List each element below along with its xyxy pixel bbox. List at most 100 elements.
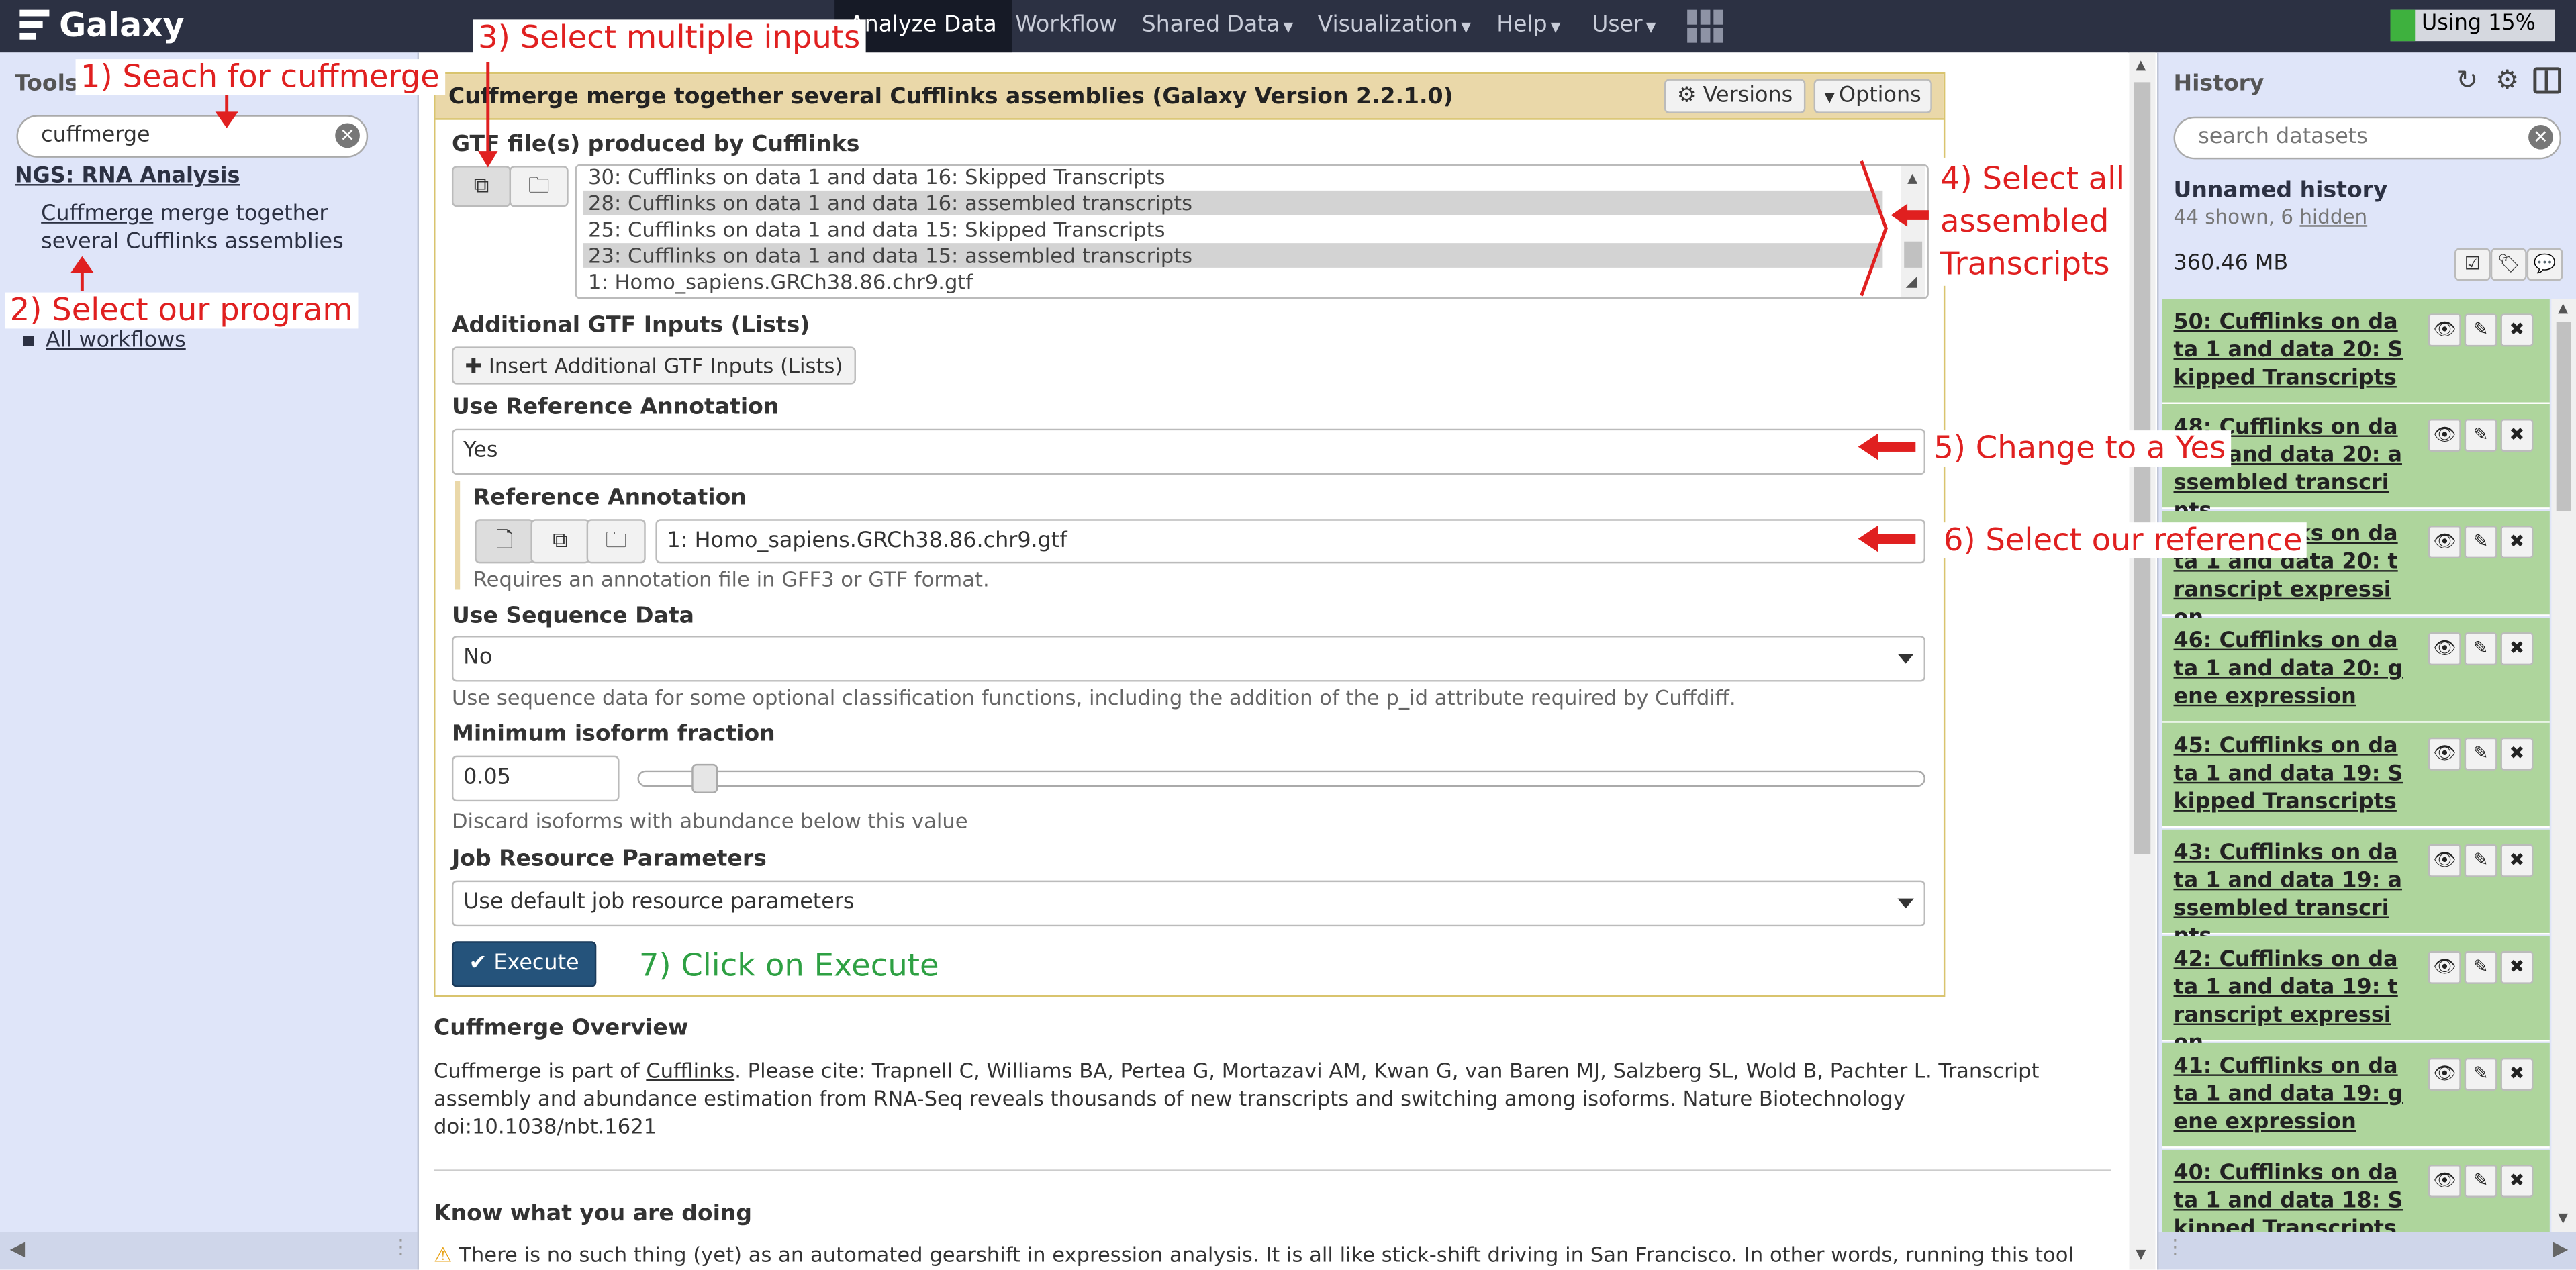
eye-icon[interactable]: 👁	[2428, 844, 2461, 877]
tool-cuffmerge[interactable]: Cuffmerge merge together several Cufflin…	[41, 201, 369, 256]
cufflinks-link[interactable]: Cufflinks	[646, 1058, 734, 1083]
pencil-icon[interactable]: ✎	[2464, 526, 2497, 559]
history-item[interactable]: 50: Cufflinks on data 1 and data 20: Ski…	[2162, 299, 2550, 404]
gtf-option[interactable]: 25: Cufflinks on data 1 and data 15: Ski…	[583, 217, 1883, 242]
single-dataset-button[interactable]: 🗋	[475, 519, 534, 564]
eye-icon[interactable]: 👁	[2428, 419, 2461, 452]
eye-icon[interactable]: 👁	[2428, 1057, 2461, 1091]
history-item-title[interactable]: 43: Cufflinks on data 1 and data 19: ass…	[2174, 839, 2404, 950]
scroll-down-icon[interactable]: ▼	[2558, 1211, 2568, 1226]
delete-icon[interactable]: ✖	[2500, 313, 2534, 347]
insert-gtf-button[interactable]: ✚ Insert Additional GTF Inputs (Lists)	[451, 346, 856, 385]
delete-icon[interactable]: ✖	[2500, 844, 2534, 877]
history-item-title[interactable]: 46: Cufflinks on data 1 and data 20: gen…	[2174, 628, 2404, 712]
pencil-icon[interactable]: ✎	[2464, 950, 2497, 984]
delete-icon[interactable]: ✖	[2500, 950, 2534, 984]
history-item-title[interactable]: 41: Cufflinks on data 1 and data 19: gen…	[2174, 1053, 2404, 1137]
nav-visualization[interactable]: Visualization ▼	[1303, 0, 1486, 52]
all-workflows-link[interactable]: All workflows	[46, 328, 186, 353]
history-scrollbar[interactable]: ▲ ▼	[2551, 299, 2576, 1232]
collapse-right-icon[interactable]: ▶	[2553, 1237, 2569, 1260]
pencil-icon[interactable]: ✎	[2464, 1057, 2497, 1091]
tool-search-input[interactable]	[38, 121, 324, 150]
eye-icon[interactable]: 👁	[2428, 1164, 2461, 1198]
columns-icon[interactable]	[2533, 67, 2562, 94]
delete-icon[interactable]: ✖	[2500, 419, 2534, 452]
delete-icon[interactable]: ✖	[2500, 737, 2534, 771]
gtf-option[interactable]: 1: Homo_sapiens.GRCh38.86.chr9.gtf	[583, 269, 1883, 294]
eye-icon[interactable]: 👁	[2428, 632, 2461, 666]
delete-icon[interactable]: ✖	[2500, 632, 2534, 666]
gtf-option[interactable]: 30: Cufflinks on data 1 and data 16: Ski…	[583, 166, 1883, 189]
options-button[interactable]: ▼ Options	[1813, 79, 1932, 113]
quota-meter[interactable]: Using 15%	[2390, 9, 2555, 42]
section-ngs-rna[interactable]: NGS: RNA Analysis	[15, 164, 240, 189]
pencil-icon[interactable]: ✎	[2464, 313, 2497, 347]
scroll-up-icon[interactable]: ▲	[2558, 301, 2568, 315]
eye-icon[interactable]: 👁	[2428, 950, 2461, 984]
nav-user[interactable]: User ▼	[1577, 0, 1670, 52]
delete-icon[interactable]: ✖	[2500, 1164, 2534, 1198]
apps-grid-icon[interactable]	[1687, 9, 1724, 43]
pencil-icon[interactable]: ✎	[2464, 737, 2497, 771]
scroll-up-icon[interactable]: ▲	[2136, 58, 2146, 72]
isoform-slider[interactable]	[637, 763, 1926, 793]
panel-collapse-bar[interactable]: ⋮ ▶	[2158, 1232, 2576, 1270]
multiple-datasets-button[interactable]: ⧉	[530, 519, 590, 564]
pencil-icon[interactable]: ✎	[2464, 844, 2497, 877]
nav-workflow[interactable]: Workflow	[1000, 0, 1132, 52]
history-item-title[interactable]: 50: Cufflinks on data 1 and data 20: Ski…	[2174, 309, 2404, 393]
delete-icon[interactable]: ✖	[2500, 1057, 2534, 1091]
history-item[interactable]: 45: Cufflinks on data 1 and data 19: Ski…	[2162, 722, 2550, 828]
eye-icon[interactable]: 👁	[2428, 526, 2461, 559]
history-search-input[interactable]	[2195, 123, 2514, 152]
scroll-thumb[interactable]	[2556, 322, 2571, 511]
browse-datasets-button[interactable]: 🗀	[586, 519, 646, 564]
nav-shared-data[interactable]: Shared Data ▼	[1127, 0, 1308, 52]
pencil-icon[interactable]: ✎	[2464, 419, 2497, 452]
clear-search-icon[interactable]: ✕	[335, 123, 360, 148]
center-scrollbar[interactable]: ▲ ▼	[2129, 52, 2156, 1270]
gtf-multiselect[interactable]: 30: Cufflinks on data 1 and data 16: Ski…	[575, 164, 1929, 299]
gear-icon[interactable]: ⚙	[2495, 64, 2519, 95]
collapse-left-icon[interactable]: ◀	[10, 1237, 26, 1260]
eye-icon[interactable]: 👁	[2428, 313, 2461, 347]
isoform-input[interactable]: 0.05	[451, 755, 620, 802]
history-item[interactable]: 42: Cufflinks on data 1 and data 19: tra…	[2162, 936, 2550, 1056]
job-params-select[interactable]: Use default job resource parameters	[451, 880, 1926, 927]
drag-handle-icon[interactable]: ⋮	[2165, 1235, 2185, 1258]
eye-icon[interactable]: 👁	[2428, 737, 2461, 771]
galaxy-brand[interactable]: Galaxy	[19, 5, 185, 44]
ref-annotation-select[interactable]: 1: Homo_sapiens.GRCh38.86.chr9.gtf	[655, 519, 1926, 564]
history-item-title[interactable]: 42: Cufflinks on data 1 and data 19: tra…	[2174, 946, 2404, 1058]
select-all-icon[interactable]: ☑	[2454, 248, 2491, 281]
execute-button[interactable]: ✔ Execute	[451, 941, 597, 987]
history-item[interactable]: 41: Cufflinks on data 1 and data 19: gen…	[2162, 1042, 2550, 1149]
history-name[interactable]: Unnamed history	[2174, 177, 2388, 203]
refresh-icon[interactable]: ↻	[2456, 64, 2478, 95]
scroll-thumb[interactable]	[2134, 82, 2151, 854]
history-item-title[interactable]: 40: Cufflinks on data 1 and data 18: Ski…	[2174, 1160, 2404, 1232]
gtf-option-selected[interactable]: 28: Cufflinks on data 1 and data 16: ass…	[583, 190, 1883, 215]
all-workflows-item[interactable]: ▪ All workflows	[21, 328, 186, 353]
comment-icon[interactable]: 💬	[2526, 248, 2563, 281]
multiple-datasets-button[interactable]: ⧉	[451, 166, 512, 207]
pencil-icon[interactable]: ✎	[2464, 1164, 2497, 1198]
scroll-down-icon[interactable]: ▼	[2136, 1247, 2146, 1261]
tags-icon[interactable]: 🏷	[2490, 248, 2527, 281]
versions-button[interactable]: ⚙ Versions	[1664, 79, 1806, 113]
history-item[interactable]: 46: Cufflinks on data 1 and data 20: gen…	[2162, 618, 2550, 723]
gtf-option-selected[interactable]: 23: Cufflinks on data 1 and data 15: ass…	[583, 243, 1883, 268]
nav-help[interactable]: Help ▼	[1482, 0, 1575, 52]
use-ref-select[interactable]: Yes	[451, 428, 1926, 475]
panel-collapse-bar[interactable]: ◀ ⋮⋮	[0, 1232, 430, 1270]
history-item-title[interactable]: 45: Cufflinks on data 1 and data 19: Ski…	[2174, 732, 2404, 816]
hidden-link[interactable]: hidden	[2299, 205, 2367, 228]
tool-name-link[interactable]: Cuffmerge	[41, 202, 153, 227]
clear-search-icon[interactable]: ✕	[2528, 124, 2553, 150]
browse-datasets-button[interactable]: 🗀	[509, 166, 569, 207]
history-item[interactable]: 40: Cufflinks on data 1 and data 18: Ski…	[2162, 1149, 2550, 1232]
slider-handle[interactable]	[691, 763, 718, 793]
history-item[interactable]: 43: Cufflinks on data 1 and data 19: ass…	[2162, 829, 2550, 949]
seq-data-select[interactable]: No	[451, 636, 1926, 682]
